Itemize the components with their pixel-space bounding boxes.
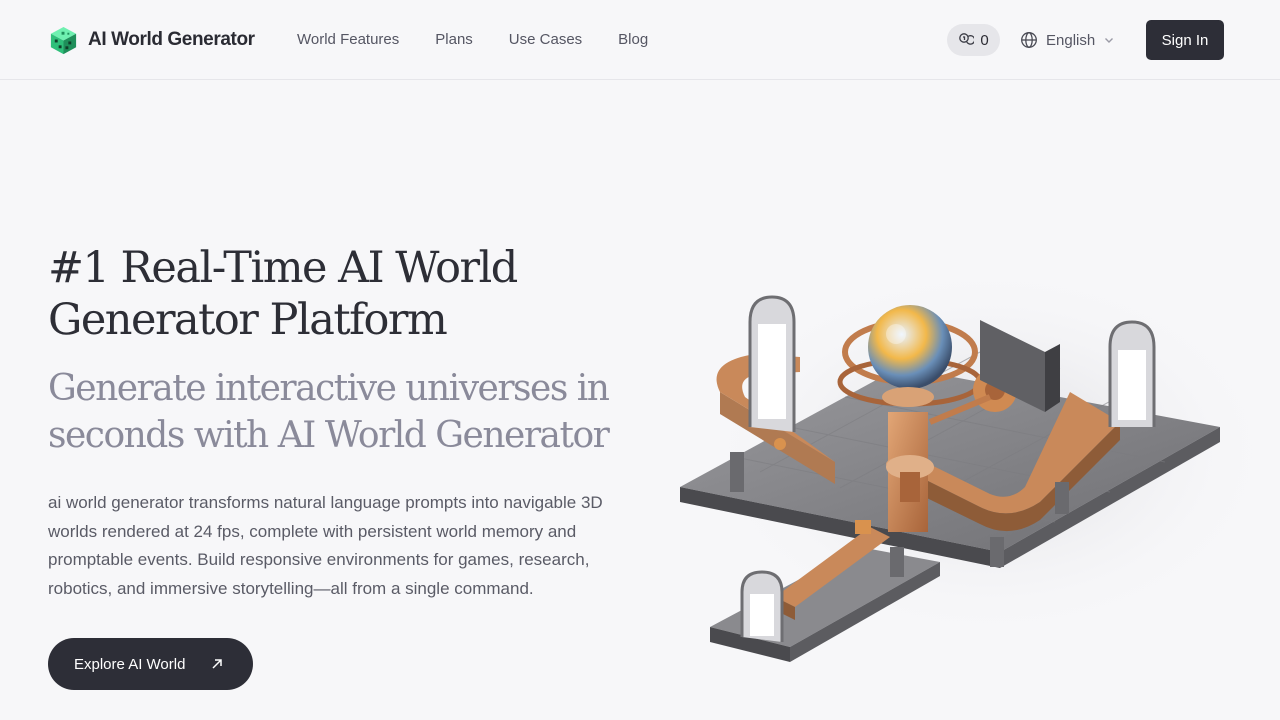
green-cube-logo-icon bbox=[50, 26, 77, 54]
language-label: English bbox=[1046, 31, 1096, 49]
language-selector[interactable]: English bbox=[1020, 29, 1115, 51]
brand-home-link[interactable]: AI World Generator bbox=[48, 24, 255, 56]
hero-title-line1: #1 Real-Time AI World bbox=[48, 243, 518, 293]
isometric-world-illustration bbox=[680, 262, 1260, 662]
hero-subtitle: Generate interactive universes in second… bbox=[48, 365, 648, 459]
cta-label: Explore AI World bbox=[74, 655, 186, 673]
explore-ai-world-button[interactable]: Explore AI World bbox=[48, 638, 253, 690]
coins-icon bbox=[959, 33, 975, 45]
nav-use-cases[interactable]: Use Cases bbox=[509, 30, 582, 50]
nav-world-features[interactable]: World Features bbox=[297, 30, 399, 50]
hero-title: #1 Real-Time AI World Generator Platform bbox=[48, 242, 648, 346]
site-header: AI World Generator World Features Plans … bbox=[0, 0, 1280, 80]
sign-in-button[interactable]: Sign In bbox=[1146, 20, 1224, 60]
arrow-up-right-icon bbox=[212, 659, 222, 669]
chevron-down-icon bbox=[1105, 38, 1114, 43]
hero-subtitle-line2: seconds with AI World Generator bbox=[48, 415, 610, 456]
nav-blog[interactable]: Blog bbox=[618, 30, 648, 50]
brand-name: AI World Generator bbox=[88, 29, 255, 50]
hero-title-line2: Generator Platform bbox=[48, 295, 448, 345]
hero-subtitle-line1: Generate interactive universes in bbox=[48, 368, 610, 409]
globe-icon bbox=[1021, 32, 1037, 48]
nav-plans[interactable]: Plans bbox=[435, 30, 473, 50]
credits-badge[interactable]: 0 bbox=[947, 24, 1000, 56]
hero-description: ai world generator transforms natural la… bbox=[48, 493, 603, 599]
main-nav: World Features Plans Use Cases Blog bbox=[297, 30, 648, 50]
credits-count: 0 bbox=[980, 31, 989, 49]
